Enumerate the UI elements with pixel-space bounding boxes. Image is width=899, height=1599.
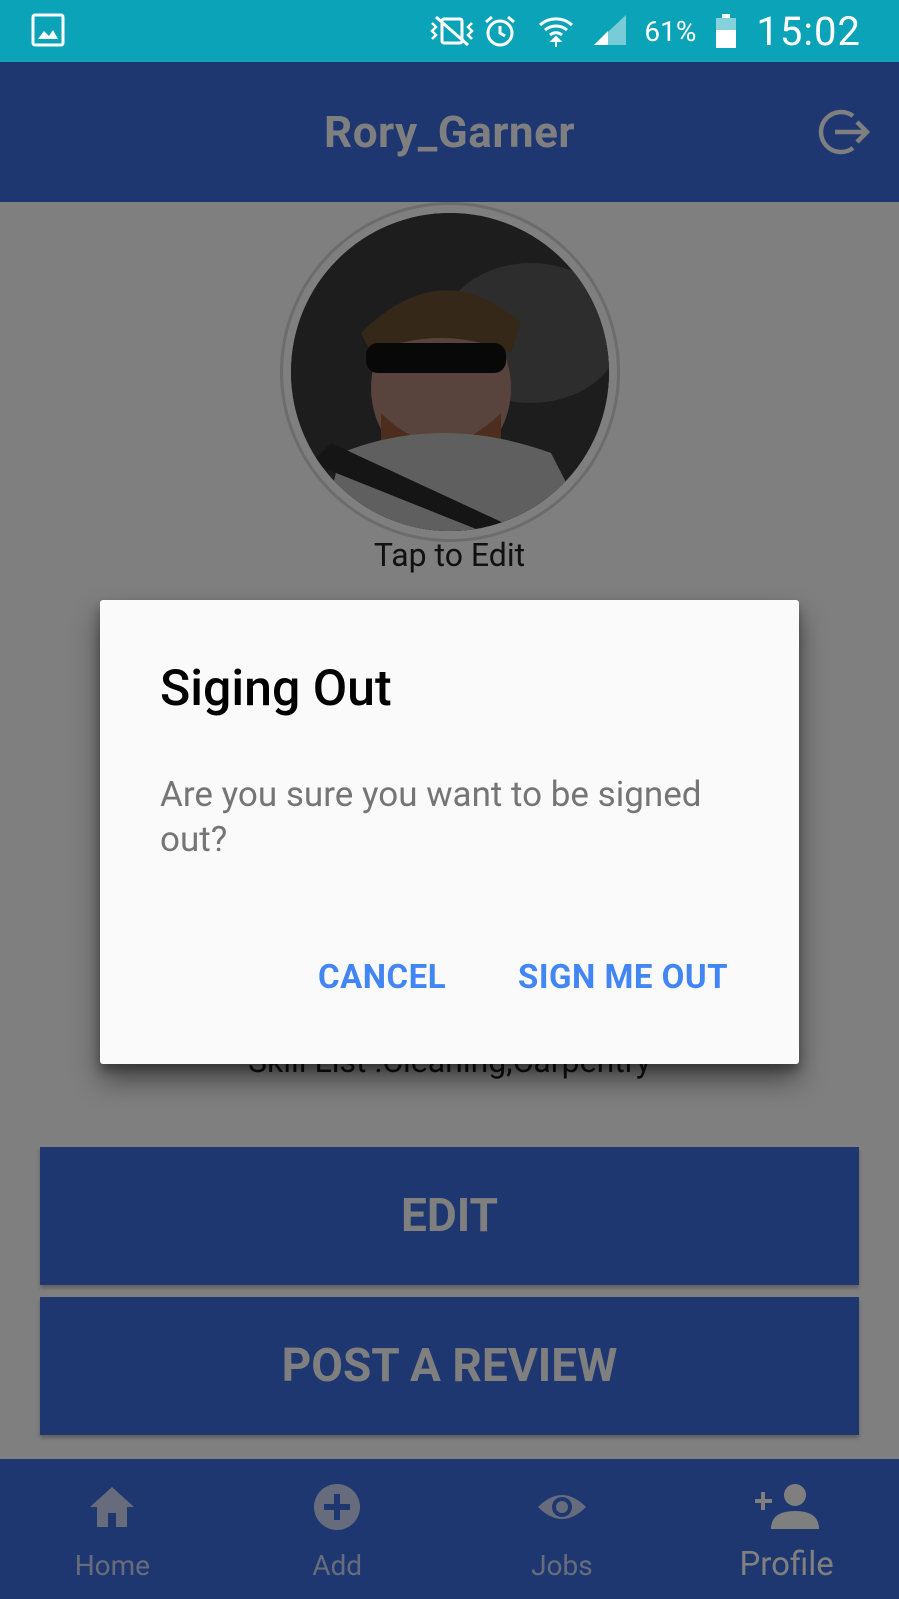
cancel-button[interactable]: CANCEL	[318, 958, 446, 997]
battery-icon	[714, 13, 738, 49]
gallery-icon	[30, 12, 66, 48]
signal-icon	[590, 13, 627, 49]
sign-me-out-button[interactable]: SIGN ME OUT	[518, 958, 728, 997]
dialog-message: Are you sure you want to be signed out?	[160, 774, 702, 860]
clock: 15:02	[756, 7, 861, 55]
status-bar: 61% 15:02	[0, 0, 899, 62]
vibrate-mute-icon	[428, 13, 475, 49]
dialog-title: Siging Out	[160, 660, 392, 718]
wifi-icon	[536, 13, 574, 49]
alarm-icon	[482, 13, 518, 49]
sign-out-dialog: Siging Out Are you sure you want to be s…	[100, 600, 799, 1064]
battery-percent: 61%	[644, 14, 697, 48]
